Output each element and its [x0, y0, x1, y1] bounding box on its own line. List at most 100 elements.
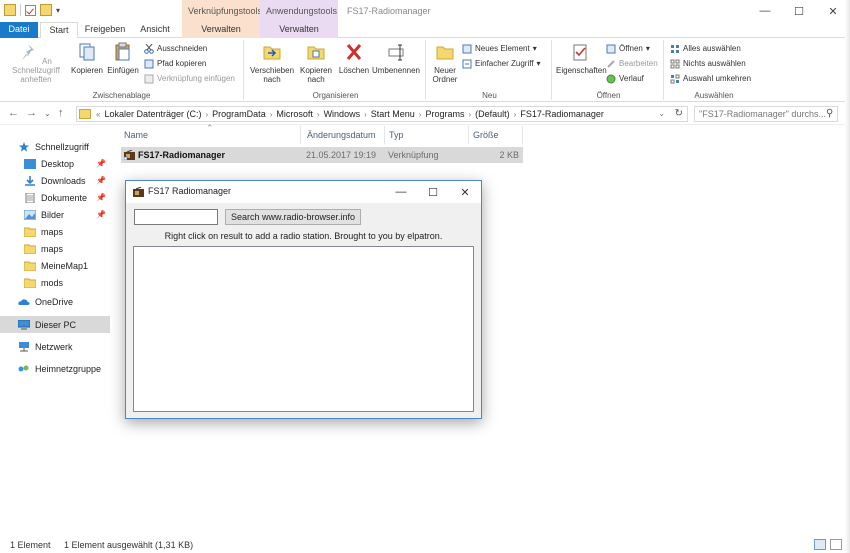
- pictures-icon: [24, 209, 36, 220]
- move-to-button[interactable]: Verschieben nach: [248, 42, 296, 84]
- pin-icon[interactable]: 📌: [96, 193, 106, 202]
- up-arrow-icon[interactable]: ↑: [58, 107, 64, 119]
- scissors-icon: [144, 44, 154, 54]
- delete-x-icon: [346, 44, 362, 60]
- station-search-input[interactable]: [134, 209, 218, 225]
- tab-verwalten-app[interactable]: Verwalten: [260, 22, 338, 38]
- customize-toolbar-chevron-icon[interactable]: ▾: [56, 6, 60, 15]
- pin-icon: [22, 44, 35, 60]
- pin-icon[interactable]: 📌: [96, 159, 106, 168]
- tab-verwalten-shortcut[interactable]: Verwalten: [182, 22, 260, 38]
- nav-item-mods[interactable]: mods: [0, 274, 110, 291]
- rename-button[interactable]: Umbenennen: [370, 42, 422, 75]
- dialog-maximize-button[interactable]: ☐: [417, 181, 449, 203]
- select-group: Alles auswählen Nichts auswählen Auswahl…: [666, 40, 762, 100]
- new-folder-button[interactable]: Neuer Ordner: [430, 42, 460, 84]
- history-button[interactable]: Verlauf: [606, 74, 644, 84]
- search-input[interactable]: "FS17-Radiomanager" durchs...: [694, 106, 838, 122]
- quick-access-toolbar: ▾: [4, 4, 60, 16]
- select-none-button[interactable]: Nichts auswählen: [670, 59, 746, 69]
- recent-locations-chevron-icon[interactable]: ⌄: [44, 109, 51, 118]
- column-header-type[interactable]: Typ: [385, 126, 469, 144]
- radio-icon: [133, 187, 144, 197]
- folder-icon: [24, 227, 36, 237]
- address-bar: ← → ⌄ ↑ « Lokaler Datenträger (C:) › Prog…: [0, 103, 850, 125]
- select-group-label: Auswählen: [694, 91, 734, 100]
- open-group: Eigenschaften Öffnen ▾ Bearbeiten Verlauf…: [554, 40, 664, 100]
- forward-arrow-icon[interactable]: →: [26, 107, 37, 119]
- pin-quick-access-button[interactable]: An Schnellzugriff anheften: [4, 42, 68, 84]
- breadcrumb-item[interactable]: FS17-Radiomanager: [517, 109, 607, 119]
- new-item-button[interactable]: Neues Element ▾: [462, 44, 537, 54]
- refresh-icon[interactable]: ↻: [675, 108, 683, 119]
- copy-path-icon: [144, 59, 154, 69]
- nav-quick-access[interactable]: Schnellzugriff: [0, 138, 110, 155]
- address-dropdown-chevron-icon[interactable]: ⌄: [658, 109, 665, 118]
- properties-check-icon: [573, 44, 587, 61]
- paste-icon: [115, 42, 130, 61]
- breadcrumb-item[interactable]: Windows: [321, 109, 364, 119]
- pin-icon[interactable]: 📌: [96, 176, 106, 185]
- move-to-folder-icon: [263, 46, 281, 60]
- toolbar-divider: [20, 4, 21, 16]
- properties-check-icon[interactable]: [25, 4, 36, 16]
- column-header-name[interactable]: Name: [112, 126, 301, 144]
- nav-this-pc[interactable]: Dieser PC: [0, 316, 110, 333]
- breadcrumb[interactable]: « Lokaler Datenträger (C:) › ProgramData ›…: [76, 106, 688, 122]
- nav-item-maps-2[interactable]: maps: [0, 240, 110, 257]
- invert-selection-icon: [670, 74, 680, 84]
- nav-item-meinemap1[interactable]: MeineMap1: [0, 257, 110, 274]
- dropdown-chevron-icon: ▾: [645, 44, 650, 53]
- minimize-button[interactable]: —: [748, 0, 782, 22]
- search-radio-browser-button[interactable]: Search www.radio-browser.info: [225, 209, 361, 225]
- search-icon[interactable]: ⚲: [826, 108, 833, 119]
- copy-to-button[interactable]: Kopieren nach: [296, 42, 336, 84]
- nav-item-downloads[interactable]: Downloads 📌: [0, 172, 110, 189]
- paste-shortcut-button[interactable]: Verknüpfung einfügen: [144, 74, 235, 84]
- breadcrumb-item[interactable]: Start Menu: [368, 109, 418, 119]
- tab-datei[interactable]: Datei: [0, 22, 38, 38]
- invert-selection-button[interactable]: Auswahl umkehren: [670, 74, 751, 84]
- tab-start[interactable]: Start: [40, 22, 78, 39]
- delete-button[interactable]: Löschen: [338, 42, 370, 75]
- back-arrow-icon[interactable]: ←: [8, 107, 19, 119]
- cut-button[interactable]: Ausschneiden: [144, 44, 207, 54]
- easy-access-button[interactable]: Einfacher Zugriff ▾: [462, 59, 541, 69]
- properties-button[interactable]: Eigenschaften: [556, 42, 607, 75]
- paste-button[interactable]: Einfügen: [106, 42, 140, 75]
- nav-item-pictures[interactable]: Bilder 📌: [0, 206, 110, 223]
- tab-ansicht[interactable]: Ansicht: [132, 22, 178, 38]
- details-view-icon[interactable]: [814, 539, 826, 550]
- pin-icon[interactable]: 📌: [96, 210, 106, 219]
- breadcrumb-item[interactable]: (Default): [472, 109, 513, 119]
- tab-freigeben[interactable]: Freigeben: [80, 22, 130, 38]
- large-icons-view-icon[interactable]: [830, 539, 842, 550]
- maximize-button[interactable]: ☐: [782, 0, 816, 22]
- column-header-date[interactable]: Änderungsdatum: [301, 126, 385, 144]
- select-all-button[interactable]: Alles auswählen: [670, 44, 741, 54]
- homegroup-icon: [18, 365, 29, 371]
- nav-item-documents[interactable]: Dokumente 📌: [0, 189, 110, 206]
- nav-homegroup[interactable]: Heimnetzgruppe: [0, 360, 110, 377]
- copy-path-button[interactable]: Pfad kopieren: [144, 59, 206, 69]
- nav-item-maps[interactable]: maps: [0, 223, 110, 240]
- cloud-icon: [18, 298, 30, 305]
- copy-button[interactable]: Kopieren: [70, 42, 104, 75]
- dialog-minimize-button[interactable]: —: [385, 181, 417, 203]
- dialog-close-button[interactable]: ✕: [449, 181, 481, 203]
- edit-icon: [607, 60, 615, 68]
- breadcrumb-item[interactable]: Programs: [422, 109, 467, 119]
- table-row[interactable]: FS17-Radiomanager 21.05.2017 19:19 Verkn…: [121, 147, 523, 163]
- file-size: 2 KB: [499, 150, 519, 160]
- new-folder-icon[interactable]: [40, 4, 52, 16]
- nav-onedrive[interactable]: OneDrive: [0, 293, 110, 310]
- breadcrumb-item[interactable]: ProgramData: [209, 109, 269, 119]
- nav-item-desktop[interactable]: Desktop 📌: [0, 155, 110, 172]
- nav-network[interactable]: Netzwerk: [0, 338, 110, 355]
- edit-button[interactable]: Bearbeiten: [606, 59, 658, 69]
- open-button[interactable]: Öffnen ▾: [606, 44, 650, 54]
- breadcrumb-item[interactable]: Microsoft: [273, 109, 316, 119]
- breadcrumb-item[interactable]: Lokaler Datenträger (C:): [101, 109, 204, 119]
- column-header-size[interactable]: Größe: [469, 126, 523, 144]
- results-list[interactable]: [133, 246, 474, 412]
